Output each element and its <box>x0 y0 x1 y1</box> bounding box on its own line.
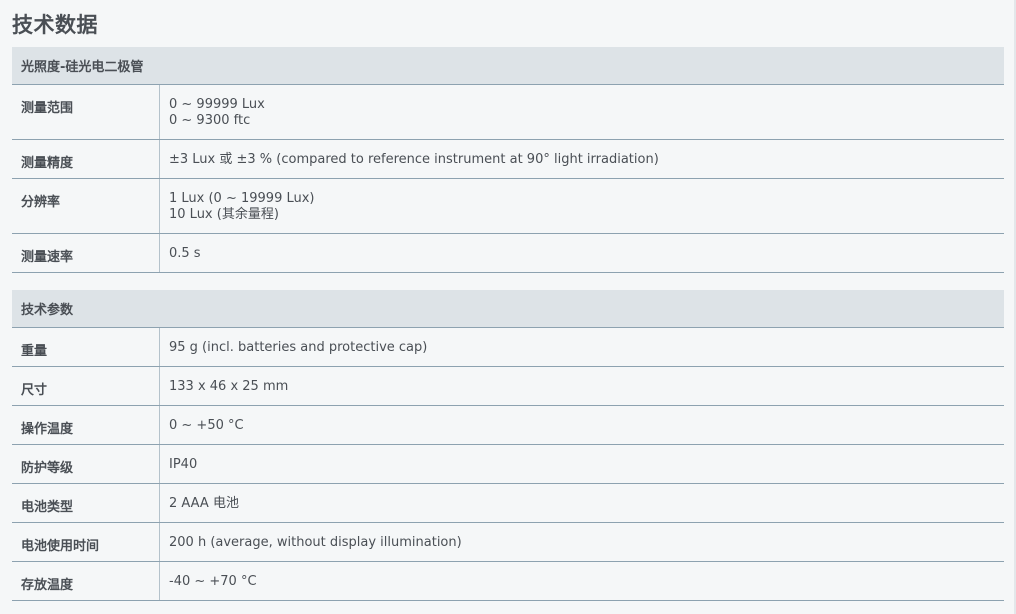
row-value: 0 ~ +50 °C <box>160 406 1004 444</box>
table-row: 测量精度 ±3 Lux 或 ±3 % (compared to referenc… <box>12 140 1004 179</box>
row-label: 电池使用时间 <box>12 523 160 561</box>
row-label: 存放温度 <box>12 562 160 600</box>
page-title: 技术数据 <box>12 13 98 37</box>
spec-section-technical: 技术参数 重量 95 g (incl. batteries and protec… <box>12 290 1004 601</box>
value-line: ±3 Lux 或 ±3 % (compared to reference ins… <box>169 152 659 167</box>
row-value: IP40 <box>160 445 1004 483</box>
value-line: 0 ~ 9300 ftc <box>169 113 251 128</box>
spec-section-light: 光照度-硅光电二极管 测量范围 0 ~ 99999 Lux 0 ~ 9300 f… <box>12 47 1004 273</box>
row-value: 1 Lux (0 ~ 19999 Lux) 10 Lux (其余量程) <box>160 179 1004 233</box>
table-row: 防护等级 IP40 <box>12 445 1004 484</box>
table-row: 测量范围 0 ~ 99999 Lux 0 ~ 9300 ftc <box>12 85 1004 140</box>
row-value: -40 ~ +70 °C <box>160 562 1004 600</box>
row-value: 133 x 46 x 25 mm <box>160 367 1004 405</box>
row-value: 95 g (incl. batteries and protective cap… <box>160 328 1004 366</box>
row-value: 0 ~ 99999 Lux 0 ~ 9300 ftc <box>160 85 1004 139</box>
row-label: 操作温度 <box>12 406 160 444</box>
row-label: 尺寸 <box>12 367 160 405</box>
section-header: 光照度-硅光电二极管 <box>12 47 1004 85</box>
table-row: 电池使用时间 200 h (average, without display i… <box>12 523 1004 562</box>
row-value: 200 h (average, without display illumina… <box>160 523 1004 561</box>
table-row: 操作温度 0 ~ +50 °C <box>12 406 1004 445</box>
table-row: 测量速率 0.5 s <box>12 234 1004 273</box>
value-line: 10 Lux (其余量程) <box>169 207 279 222</box>
row-value: 2 AAA 电池 <box>160 484 1004 522</box>
value-line: 200 h (average, without display illumina… <box>169 535 462 550</box>
table-row: 分辨率 1 Lux (0 ~ 19999 Lux) 10 Lux (其余量程) <box>12 179 1004 234</box>
value-line: 2 AAA 电池 <box>169 496 239 511</box>
row-label: 分辨率 <box>12 179 160 233</box>
value-line: -40 ~ +70 °C <box>169 574 257 589</box>
table-row: 电池类型 2 AAA 电池 <box>12 484 1004 523</box>
row-label: 测量精度 <box>12 140 160 178</box>
spec-page: 技术数据 光照度-硅光电二极管 测量范围 0 ~ 99999 Lux 0 ~ 9… <box>0 0 1016 614</box>
value-line: IP40 <box>169 457 198 472</box>
row-label: 重量 <box>12 328 160 366</box>
table-row: 存放温度 -40 ~ +70 °C <box>12 562 1004 601</box>
table-row: 尺寸 133 x 46 x 25 mm <box>12 367 1004 406</box>
value-line: 1 Lux (0 ~ 19999 Lux) <box>169 191 315 206</box>
row-label: 测量范围 <box>12 85 160 139</box>
row-label: 防护等级 <box>12 445 160 483</box>
value-line: 0 ~ +50 °C <box>169 418 244 433</box>
section-header: 技术参数 <box>12 290 1004 328</box>
row-label: 测量速率 <box>12 234 160 272</box>
table-row: 重量 95 g (incl. batteries and protective … <box>12 328 1004 367</box>
value-line: 133 x 46 x 25 mm <box>169 379 289 394</box>
value-line: 95 g (incl. batteries and protective cap… <box>169 340 428 355</box>
row-value: ±3 Lux 或 ±3 % (compared to reference ins… <box>160 140 1004 178</box>
row-label: 电池类型 <box>12 484 160 522</box>
value-line: 0.5 s <box>169 246 201 261</box>
value-line: 0 ~ 99999 Lux <box>169 97 265 112</box>
row-value: 0.5 s <box>160 234 1004 272</box>
